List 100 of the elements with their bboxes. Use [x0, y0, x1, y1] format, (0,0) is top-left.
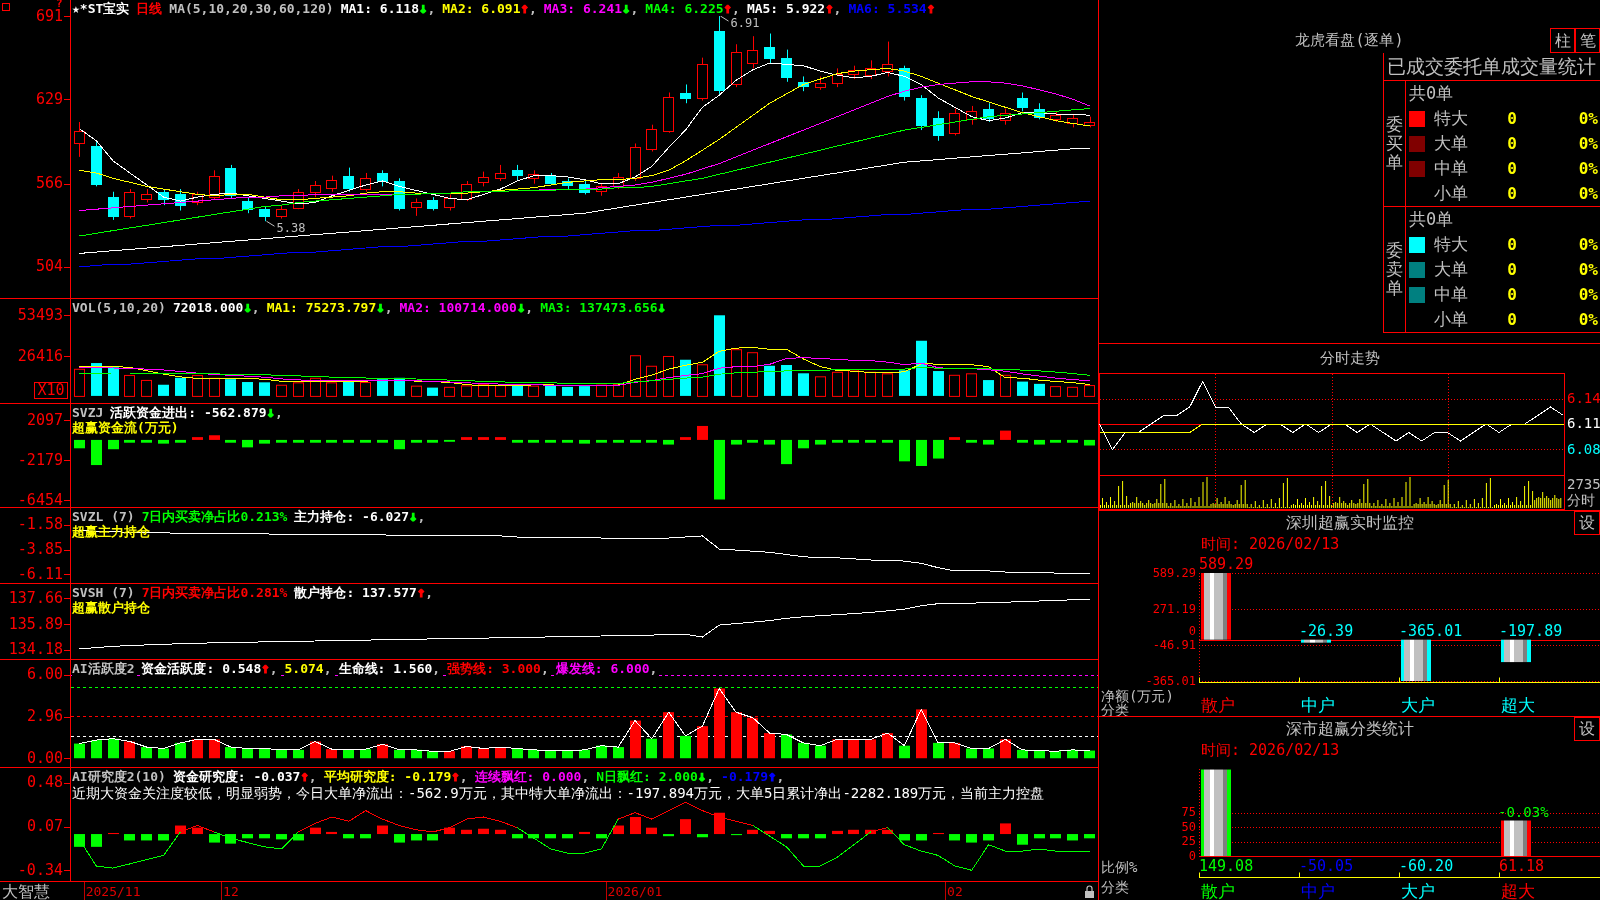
candlestick [1067, 113, 1078, 128]
y-axis-label: -6.11 [17, 564, 63, 583]
legend-item: MA4: 6.225 [645, 1, 724, 16]
candlestick [1017, 92, 1028, 112]
chart-mode-button[interactable]: 笔 [1575, 28, 1600, 53]
legend-item: 7日内买卖净占比0.213% [141, 509, 288, 524]
period-label: 分时 [1567, 492, 1595, 508]
trend-arrow: ↑ [723, 1, 733, 16]
y-axis-label: -2179 [17, 450, 63, 469]
category-label: 散户 [1201, 694, 1235, 715]
candlestick [1050, 110, 1061, 123]
separator: , [425, 585, 434, 600]
candlestick [377, 169, 388, 187]
legend-item: MA(5,10,20,30,60,120) [169, 1, 334, 16]
legend-item: SVZJ [72, 405, 104, 420]
separator: , [308, 769, 317, 784]
candlestick [764, 33, 775, 64]
trend-arrow: ↑ [520, 1, 529, 16]
brand-label: 大智慧 [2, 882, 50, 900]
settings-button[interactable]: 设 [1574, 511, 1600, 535]
table-title: 已成交委托单成交量统计 [1386, 54, 1597, 79]
order-size-label: 大单 [1434, 132, 1468, 155]
axis-title: 分类 [1101, 878, 1129, 895]
trend-arrow: ↓ [697, 769, 707, 784]
separator: , [323, 661, 332, 676]
legend-item: 爆发线: 6.000 [555, 661, 650, 676]
value-label: -197.89 [1499, 621, 1563, 640]
candlestick [528, 169, 539, 185]
candlestick [225, 164, 236, 199]
legend-item: MA6: 5.534 [848, 1, 927, 16]
trend-arrow: ↓ [516, 300, 526, 315]
trend-arrow: ↓ [409, 509, 418, 524]
y-axis-label: -3.85 [17, 540, 63, 559]
order-total: 共0单 [1409, 208, 1454, 231]
legend-item: 72018.000 [172, 300, 244, 315]
y-axis-label: 137.66 [8, 588, 63, 607]
y-axis-label: 50 [1181, 819, 1196, 834]
y-axis-label: 6.14 [1567, 389, 1600, 406]
panel-title: 深市超赢分类统计 [1285, 718, 1414, 740]
candlestick [242, 196, 253, 214]
order-count: 0 [1507, 159, 1517, 178]
value-label: -60.20 [1399, 857, 1454, 875]
legend-item: SVZL (7) [72, 509, 135, 524]
legend-item: MA3: 137473.656 [540, 300, 658, 315]
legend-item: 平均研究度: -0.179 [323, 769, 452, 784]
price-label: 6.91 [720, 15, 760, 31]
y-axis-label: 691 [35, 6, 63, 25]
reference-label: 0 [1188, 623, 1196, 638]
candlestick [579, 180, 590, 195]
date-axis-label: 2026/01 [607, 884, 663, 899]
chart-mode-button[interactable]: 柱 [1550, 28, 1575, 53]
candlestick [983, 102, 994, 123]
candlestick [1084, 116, 1095, 128]
candlestick [781, 49, 792, 83]
legend-item: AI活跃度2 [72, 661, 135, 676]
annotation: 6.91 [730, 16, 760, 31]
candlestick [596, 183, 607, 197]
candlestick [209, 169, 220, 201]
axis-title: 分类 [1101, 701, 1129, 716]
candlestick [108, 191, 119, 221]
trend-arrow: ↑ [451, 769, 460, 784]
lock-icon[interactable] [1085, 885, 1094, 898]
trend-arrow: ↓ [657, 300, 666, 315]
trend-arrow: ↑ [768, 769, 777, 784]
legend-item: SVSH (7) [72, 585, 135, 600]
order-size-label: 小单 [1434, 308, 1468, 331]
trend-arrow: ↓ [622, 1, 631, 16]
candlestick [848, 65, 859, 80]
y-axis-label: 26416 [17, 346, 63, 365]
separator: , [776, 769, 785, 784]
square-icon[interactable] [2, 3, 10, 11]
legend-item: MA2: 6.091 [442, 1, 521, 16]
value-label: 61.18 [1499, 857, 1545, 875]
separator: , [706, 769, 715, 784]
date-axis-label: 02 [947, 884, 963, 899]
category-label: 散户 [1201, 880, 1235, 900]
candlestick [444, 193, 455, 211]
order-count: 0 [1507, 285, 1517, 304]
candlestick [512, 164, 523, 182]
order-percent: 0% [1578, 310, 1599, 329]
candlestick [949, 108, 960, 136]
candlestick [158, 188, 169, 206]
legend-item: 日线 [136, 1, 163, 16]
candlestick [798, 75, 809, 92]
candlestick [141, 188, 152, 203]
volume-scale-label: 2735 [1567, 476, 1600, 492]
trend-arrow: ↑ [926, 1, 936, 16]
separator: , [269, 661, 278, 676]
candlestick [461, 180, 472, 202]
candlestick [933, 110, 944, 142]
settings-button[interactable]: 设 [1574, 717, 1600, 741]
order-percent: 0% [1578, 159, 1599, 178]
y-axis-label: 25 [1181, 834, 1196, 848]
legend-item: MA1: 75273.797 [266, 300, 377, 315]
timestamp-label: 时间: 2026/02/13 [1201, 535, 1340, 553]
category-label: 大户 [1401, 694, 1435, 715]
trend-arrow: ↓ [376, 300, 385, 315]
group-label: 委买单 [1386, 115, 1403, 172]
candlestick [562, 177, 573, 190]
candlestick [310, 180, 321, 198]
